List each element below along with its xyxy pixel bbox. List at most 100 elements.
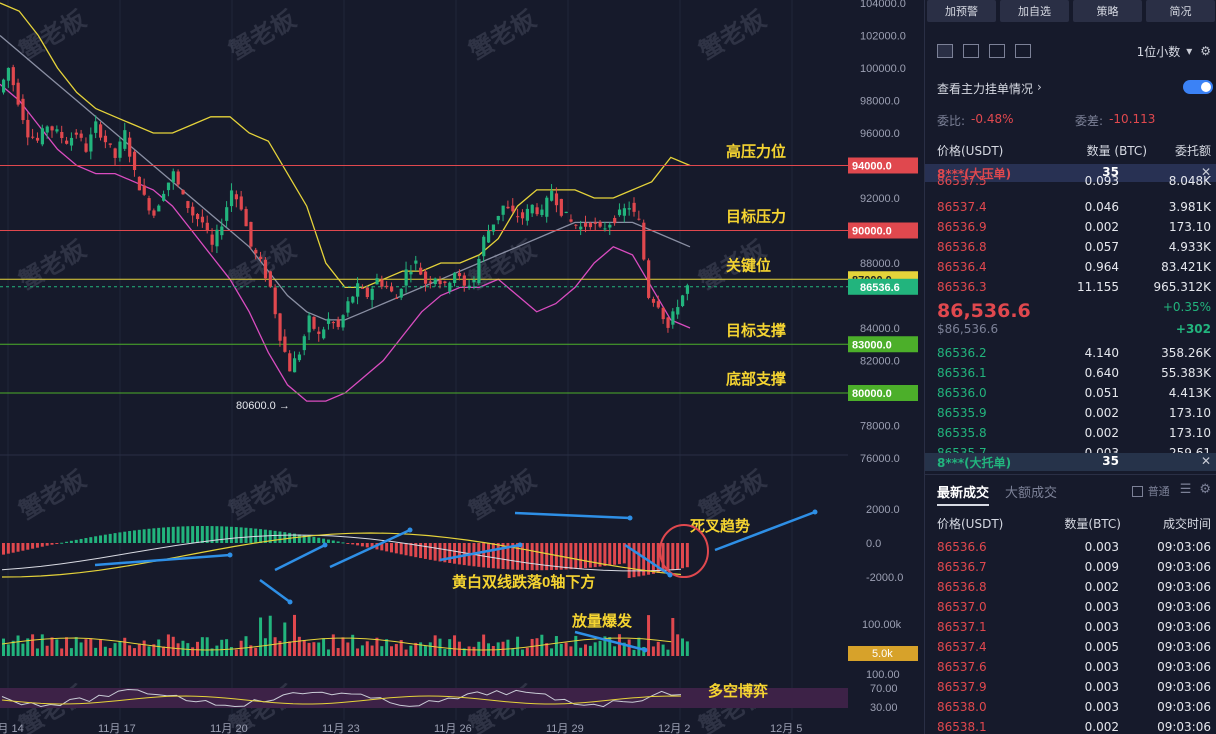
ask-row[interactable]: 86536.4 0.964 83.421K [937, 260, 1211, 274]
add-watchlist-button[interactable]: 加自选 [1000, 0, 1069, 22]
candle-body [642, 222, 646, 260]
candle-body [511, 205, 515, 212]
macd-bar [79, 538, 83, 543]
trade-row[interactable]: 86537.6 0.003 09:03:06 [937, 660, 1211, 674]
trade-row[interactable]: 86537.4 0.005 09:03:06 [937, 640, 1211, 654]
row-total: 965.312K [1153, 280, 1212, 294]
volume-bar [162, 646, 166, 656]
macd-bar [273, 530, 277, 543]
trade-row[interactable]: 86537.1 0.003 09:03:06 [937, 620, 1211, 634]
candle-body [84, 143, 88, 152]
close-icon[interactable]: ✕ [1119, 454, 1211, 471]
candle-body [113, 148, 117, 158]
tab-large-trades[interactable]: 大额成交 [1005, 482, 1057, 506]
macd-bar [535, 543, 539, 571]
volume-bar [651, 646, 655, 656]
candle-body [622, 208, 626, 216]
asks-view-icon[interactable] [989, 44, 1005, 58]
macd-bar [356, 543, 360, 546]
rsi-annotation: 多空博弈 [708, 682, 768, 700]
candle-body [35, 137, 40, 141]
settings-gear-icon[interactable]: ⚙ [1200, 44, 1211, 58]
bid-row[interactable]: 86535.9 0.002 173.10 [937, 406, 1211, 420]
volume-bar [254, 647, 258, 656]
macd-bar [569, 543, 573, 570]
add-alert-button[interactable]: 加预警 [927, 0, 996, 22]
bid-row[interactable]: 86536.2 4.140 358.26K [927, 344, 1216, 364]
trade-row[interactable]: 86536.7 0.009 09:03:06 [937, 560, 1211, 574]
macd-bar [113, 533, 117, 543]
bids-view-icon[interactable] [963, 44, 979, 58]
bid-row[interactable]: 86536.0 0.051 4.413K [937, 386, 1211, 400]
decimal-select[interactable]: 1位小数 [1137, 43, 1181, 60]
candle-body [671, 311, 675, 325]
normal-checkbox[interactable] [1131, 486, 1143, 497]
date-tick-label: 11月 23 [322, 723, 360, 734]
volume-bar [137, 643, 141, 656]
volume-bar [448, 639, 452, 656]
trade-row[interactable]: 86536.8 0.002 09:03:06 [937, 580, 1211, 594]
macd-bar [31, 543, 35, 549]
volume-bar [205, 637, 209, 656]
normal-label[interactable]: 普通 [1148, 483, 1170, 506]
trade-row[interactable]: 86536.6 0.003 09:03:06 [937, 540, 1211, 554]
trade-row[interactable]: 86538.1 0.002 09:03:06 [937, 720, 1211, 734]
row-qty: 11.155 [1077, 280, 1119, 294]
row-total: 173.10 [1169, 220, 1211, 234]
trade-col-qty[interactable]: 数量(BTC) [1047, 515, 1121, 532]
overview-button[interactable]: 简况 [1146, 0, 1215, 22]
macd-bar [399, 543, 403, 555]
view-main-orders-label[interactable]: 查看主力挂单情况 [937, 80, 1033, 97]
tab-latest-trades[interactable]: 最新成交 [937, 482, 990, 506]
candle-body [162, 193, 166, 201]
blue-arrow-head [642, 647, 648, 653]
col-qty-header[interactable]: 数量 (BTC) [1047, 142, 1147, 159]
volume-bar [283, 622, 287, 656]
row-total: 8.048K [1168, 174, 1211, 188]
candle-body [6, 67, 11, 81]
ask-row[interactable]: 86537.5 0.093 8.048K [937, 174, 1211, 188]
volume-bar [142, 640, 146, 656]
candle-body [69, 137, 74, 146]
volume-bar [390, 646, 393, 656]
main-orders-toggle[interactable] [1183, 80, 1213, 94]
row-qty: 0.009 [1084, 560, 1119, 574]
trade-row[interactable]: 86537.9 0.003 09:03:06 [937, 680, 1211, 694]
col-total-header[interactable]: 委托额 [1147, 142, 1211, 159]
macd-bar [26, 543, 30, 550]
row-price: 86536.6 [937, 540, 987, 554]
strategy-button[interactable]: 策略 [1073, 0, 1142, 22]
trade-row[interactable]: 86537.0 0.003 09:03:06 [937, 600, 1211, 614]
volume-bar [196, 641, 199, 656]
bid-row[interactable]: 86536.1 0.640 55.383K [937, 366, 1211, 380]
settings-gear-icon[interactable]: ⚙ [1199, 482, 1211, 506]
candlestick-chart[interactable]: 蟹老板蟹老板蟹老板蟹老板蟹老板蟹老板蟹老板蟹老板蟹老板蟹老板蟹老板蟹老板蟹老板蟹… [0, 0, 924, 734]
trade-row[interactable]: 86538.0 0.003 09:03:06 [937, 700, 1211, 714]
bid-row[interactable]: 86535.8 0.002 173.10 [937, 426, 1211, 440]
ask-row[interactable]: 86537.4 0.046 3.981K [937, 200, 1211, 214]
row-price: 86535.9 [937, 406, 987, 420]
both-sides-view-icon[interactable] [937, 44, 953, 58]
row-qty: 0.964 [1084, 260, 1119, 274]
volume-bar [356, 648, 360, 656]
candle-body [550, 190, 554, 201]
volume-bar [520, 649, 524, 656]
blue-arrow-head [812, 509, 818, 515]
depth-view-icon[interactable] [1015, 44, 1031, 58]
volume-bar [554, 636, 558, 656]
chevron-down-icon[interactable]: ▾ [1186, 44, 1192, 58]
row-qty: 0.003 [1084, 600, 1119, 614]
filter-icon[interactable]: ☰ [1180, 482, 1192, 506]
candle-body [666, 317, 670, 328]
chevron-right-icon[interactable]: › [1037, 80, 1042, 97]
ask-row[interactable]: 86536.9 0.002 173.10 [937, 220, 1211, 234]
mid-change: +302 [1175, 322, 1211, 336]
level-name: 目标压力 [726, 208, 786, 226]
candle-body [118, 141, 122, 158]
level-name: 底部支撑 [726, 370, 786, 388]
volume-bar [94, 647, 98, 656]
candle-body [74, 132, 78, 135]
ask-row[interactable]: 86536.8 0.057 4.933K [937, 240, 1211, 254]
volume-bar [215, 645, 219, 656]
ask-row[interactable]: 86536.3 11.155 965.312K [927, 278, 1216, 298]
